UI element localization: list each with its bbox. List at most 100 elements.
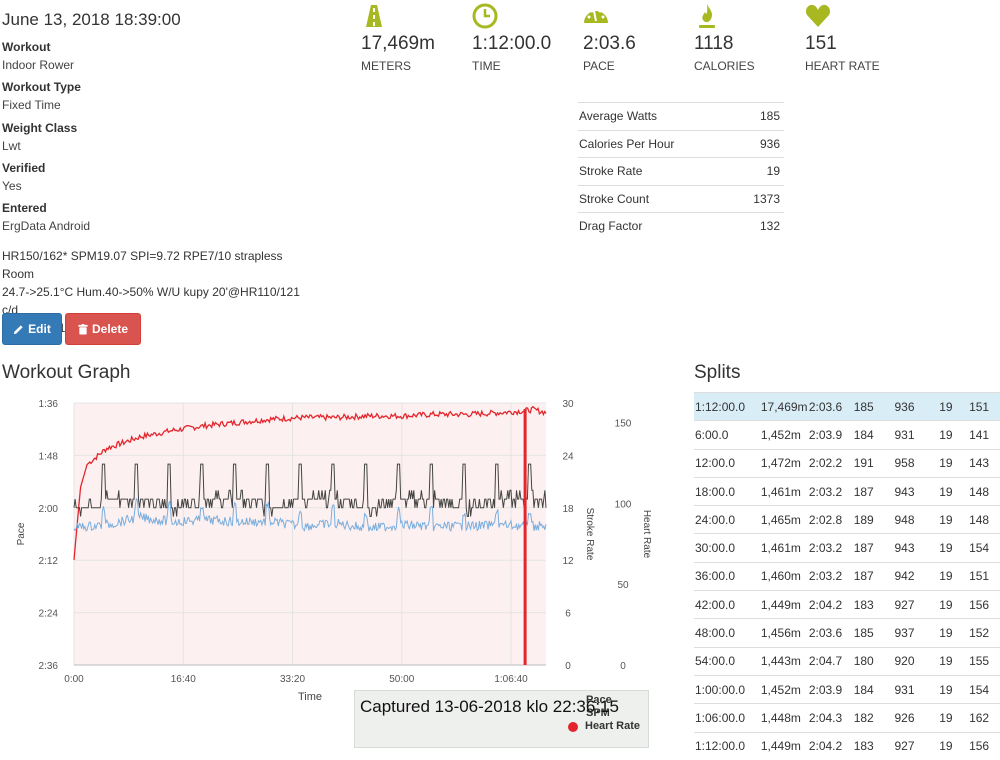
splits-cell: 926 bbox=[894, 703, 940, 733]
splits-cell: 156 bbox=[969, 590, 1000, 619]
splits-row: 1:00:00.0 1,452m 2:03.9 184 931 19 154 bbox=[694, 674, 1000, 704]
splits-total-row: 1:12:00.0 17,469m 2:03.6 185 936 19 151 bbox=[694, 391, 1000, 421]
splits-cell: 1,465m bbox=[760, 505, 809, 534]
splits-cell: 937 bbox=[894, 618, 940, 648]
field-label: Weight Class bbox=[2, 121, 78, 135]
legend-heart-rate-marker bbox=[568, 722, 578, 732]
spm-tick-label: 0 bbox=[565, 661, 571, 672]
splits-cell: 12:00.0 bbox=[694, 448, 761, 478]
splits-cell: 2:03.6 bbox=[808, 618, 854, 648]
splits-cell: 185 bbox=[853, 391, 895, 421]
splits-cell: 958 bbox=[894, 448, 940, 478]
trash-icon bbox=[78, 323, 88, 335]
splits-cell: 2:02.2 bbox=[808, 448, 854, 478]
splits-cell: 143 bbox=[969, 448, 1000, 478]
splits-row: 1:12:00.0 1,449m 2:04.2 183 927 19 156 bbox=[694, 731, 1000, 760]
splits-cell: 185 bbox=[853, 618, 895, 648]
heart-icon bbox=[805, 4, 831, 27]
splits-cell: 2:03.9 bbox=[808, 674, 854, 704]
splits-cell: 19 bbox=[939, 420, 970, 450]
splits-cell: 2:02.8 bbox=[808, 505, 854, 534]
stat-value: 1:12:00.0 bbox=[472, 33, 552, 54]
spm-tick-label: 6 bbox=[565, 609, 571, 620]
splits-cell: 2:04.7 bbox=[808, 646, 854, 676]
splits-cell: 17,469m bbox=[760, 391, 809, 421]
pencil-icon bbox=[14, 324, 23, 334]
splits-cell: 19 bbox=[939, 646, 970, 676]
splits-row: 54:00.0 1,443m 2:04.7 180 920 19 155 bbox=[694, 646, 1000, 676]
splits-cell: 927 bbox=[894, 731, 940, 760]
metric-row: Average Watts 185 bbox=[578, 102, 784, 130]
splits-cell: 19 bbox=[939, 674, 970, 704]
metric-row: Stroke Count 1373 bbox=[578, 184, 784, 213]
pace-tick-label: 2:12 bbox=[39, 556, 59, 567]
metric-label: Calories Per Hour bbox=[578, 129, 735, 158]
splits-cell: 6:00.0 bbox=[694, 420, 761, 450]
splits-cell: 141 bbox=[969, 420, 1000, 450]
splits-cell: 2:04.2 bbox=[808, 590, 854, 619]
splits-cell: 1,460m bbox=[760, 561, 809, 591]
splits-cell: 191 bbox=[853, 448, 895, 478]
spm-axis-title: Stroke Rate bbox=[584, 508, 595, 561]
splits-cell: 187 bbox=[853, 476, 895, 506]
metric-value: 19 bbox=[734, 157, 784, 185]
splits-cell: 936 bbox=[894, 391, 940, 421]
splits-cell: 30:00.0 bbox=[694, 533, 761, 563]
stat-meters: 17,469m METERS bbox=[361, 3, 471, 73]
stat-label: CALORIES bbox=[694, 59, 755, 73]
edit-button-label: Edit bbox=[28, 322, 51, 336]
field-value: Fixed Time bbox=[2, 98, 61, 112]
splits-cell: 155 bbox=[969, 646, 1000, 676]
splits-row: 36:00.0 1,460m 2:03.2 187 942 19 151 bbox=[694, 561, 1000, 591]
stat-label: METERS bbox=[361, 59, 412, 73]
field-value: Indoor Rower bbox=[2, 58, 75, 72]
spm-tick-label: 30 bbox=[562, 399, 574, 410]
splits-cell: 1:12:00.0 bbox=[694, 731, 761, 760]
metric-value: 185 bbox=[734, 102, 784, 130]
legend-heart-rate-label: Heart Rate bbox=[585, 720, 641, 732]
pace-tick-label: 2:00 bbox=[39, 504, 59, 515]
field-label: Workout Type bbox=[2, 80, 81, 94]
splits-cell: 148 bbox=[969, 476, 1000, 506]
x-tick-label: 1:06:40 bbox=[494, 674, 528, 685]
hr-tick-label: 0 bbox=[620, 661, 626, 672]
splits-cell: 36:00.0 bbox=[694, 561, 761, 591]
splits-cell: 183 bbox=[853, 731, 895, 760]
splits-row: 6:00.0 1,452m 2:03.9 184 931 19 141 bbox=[694, 420, 1000, 450]
splits-cell: 187 bbox=[853, 561, 895, 591]
splits-cell: 162 bbox=[969, 703, 1000, 733]
workout-chart: 1:36 30 1:48 24 2:00 18 2:12 12 2:24 6 2:36 0 150 100… bbox=[16, 399, 652, 703]
stat-heart-rate: 151 HEART RATE bbox=[805, 3, 915, 73]
splits-cell: 1,443m bbox=[760, 646, 809, 676]
metric-label: Stroke Count bbox=[578, 184, 735, 213]
splits-cell: 1,452m bbox=[760, 420, 809, 450]
splits-cell: 183 bbox=[853, 590, 895, 619]
stat-label: PACE bbox=[583, 59, 615, 73]
x-tick-label: 33:20 bbox=[280, 674, 305, 685]
splits-cell: 180 bbox=[853, 646, 895, 676]
x-tick-label: 50:00 bbox=[389, 674, 414, 685]
delete-button-label: Delete bbox=[91, 322, 129, 336]
stat-label: HEART RATE bbox=[805, 59, 880, 73]
splits-cell: 18:00.0 bbox=[694, 476, 761, 506]
metric-row: Calories Per Hour 936 bbox=[578, 129, 784, 158]
hr-tick-label: 150 bbox=[615, 418, 632, 429]
stat-label: TIME bbox=[472, 59, 501, 73]
workout-graph-title: Workout Graph bbox=[2, 362, 131, 383]
splits-row: 1:06:00.0 1,448m 2:04.3 182 926 19 162 bbox=[694, 703, 1000, 733]
metrics-table: Average Watts 185 Calories Per Hour 936 Stro… bbox=[578, 102, 784, 240]
stat-value: 1118 bbox=[694, 33, 734, 54]
pace-tick-label: 2:36 bbox=[39, 661, 59, 672]
splits-cell: 1:00:00.0 bbox=[694, 674, 761, 704]
metric-row: Stroke Rate 19 bbox=[578, 157, 784, 185]
splits-cell: 184 bbox=[853, 674, 895, 704]
splits-cell: 189 bbox=[853, 505, 895, 534]
splits-cell: 156 bbox=[969, 731, 1000, 760]
delete-button[interactable]: Delete bbox=[65, 313, 141, 345]
splits-cell: 948 bbox=[894, 505, 940, 534]
splits-row: 42:00.0 1,449m 2:04.2 183 927 19 156 bbox=[694, 590, 1000, 619]
spm-tick-label: 12 bbox=[562, 556, 574, 567]
clock-icon bbox=[472, 3, 498, 29]
edit-button[interactable]: Edit bbox=[2, 313, 62, 345]
splits-cell: 1,452m bbox=[760, 674, 809, 704]
